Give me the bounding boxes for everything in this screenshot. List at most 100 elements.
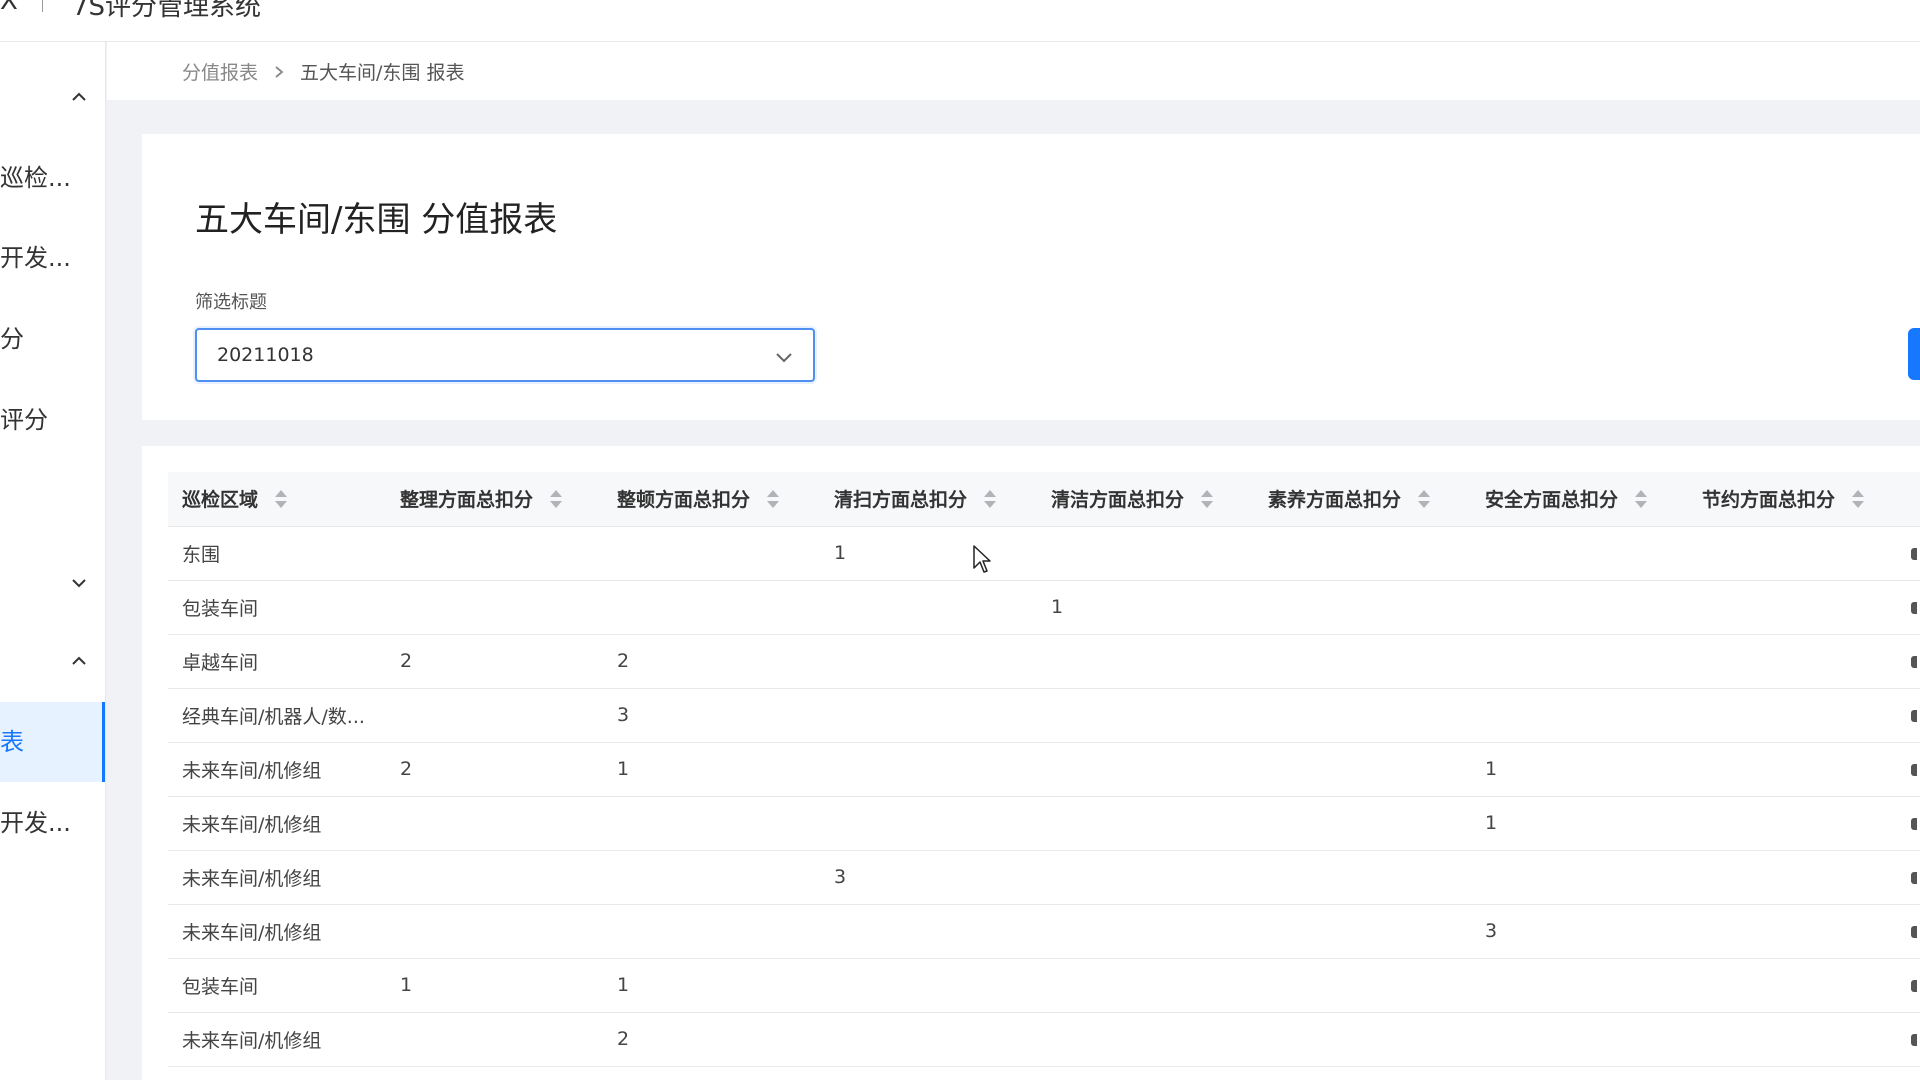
sort-icon[interactable]: [1200, 488, 1214, 510]
breadcrumb-parent-link[interactable]: 分值报表: [182, 58, 258, 85]
score-cell: [1254, 634, 1471, 689]
column-header-overflow: [1905, 472, 1920, 527]
score-cell: [603, 850, 820, 905]
top-header: X 7S评分管理系统: [0, 0, 1920, 42]
score-cell: [1688, 634, 1905, 689]
sort-icon[interactable]: [766, 488, 780, 510]
sort-icon[interactable]: [549, 488, 563, 510]
table-row[interactable]: 包装车间 1 1: [168, 958, 1920, 1013]
sort-icon[interactable]: [1634, 488, 1648, 510]
column-header[interactable]: 素养方面总扣分: [1254, 472, 1471, 527]
table-row[interactable]: 未来车间/机修组 2: [168, 1012, 1920, 1067]
area-cell: 未来车间/机修组: [168, 796, 386, 851]
area-cell: 未来车间/机修组: [168, 850, 386, 905]
sidebar-item-inspection[interactable]: 巡检...: [0, 138, 105, 218]
score-cell: [603, 796, 820, 851]
row-action-icon[interactable]: [1911, 979, 1917, 992]
row-action-icon[interactable]: [1911, 709, 1917, 722]
breadcrumb-current: 五大车间/东围 报表: [300, 62, 465, 84]
score-cell: [820, 958, 1037, 1013]
score-cell: [1037, 526, 1254, 581]
table-row[interactable]: 经典车间/机器人/数... 3: [168, 688, 1920, 743]
chevron-down-icon[interactable]: [70, 574, 88, 592]
sidebar-item-dev-2[interactable]: 开发...: [0, 783, 105, 863]
action-button[interactable]: [1908, 328, 1920, 380]
row-overflow-cell: [1905, 634, 1920, 689]
sort-icon[interactable]: [1417, 488, 1431, 510]
column-header[interactable]: 清扫方面总扣分: [820, 472, 1037, 527]
sidebar-item-score[interactable]: 分: [0, 299, 105, 379]
row-overflow-cell: [1905, 958, 1920, 1013]
row-action-icon[interactable]: [1911, 925, 1917, 938]
table-row[interactable]: 东围 1: [168, 526, 1920, 581]
score-cell: [1471, 634, 1688, 689]
sidebar-item-rating[interactable]: 评分: [0, 380, 105, 460]
chevron-up-icon[interactable]: [70, 88, 88, 106]
area-cell: 未来车间/机修组: [168, 742, 386, 797]
score-cell: [1471, 580, 1688, 635]
sidebar-item-dev-1[interactable]: 开发...: [0, 218, 105, 298]
score-cell: [1254, 958, 1471, 1013]
table-row[interactable]: 包装车间 1: [168, 580, 1920, 635]
row-action-icon[interactable]: [1911, 871, 1917, 884]
table-card: 巡检区域 整理方面总扣分 整顿方面总扣分 清扫方面总扣分 清洁方面总扣分 素养方…: [142, 446, 1920, 1080]
row-action-icon[interactable]: [1911, 547, 1917, 560]
table-row[interactable]: 未来车间/机修组 3: [168, 850, 1920, 905]
column-header[interactable]: 整理方面总扣分: [386, 472, 603, 527]
area-cell: 经典车间/机器人/数...: [168, 688, 386, 743]
sort-icon[interactable]: [983, 488, 997, 510]
sidebar-item-report[interactable]: 表: [0, 702, 105, 782]
column-header[interactable]: 节约方面总扣分: [1688, 472, 1905, 527]
column-header[interactable]: 整顿方面总扣分: [603, 472, 820, 527]
score-cell: [386, 796, 603, 851]
title-filter-select[interactable]: 20211018: [195, 328, 815, 382]
score-cell: [1471, 850, 1688, 905]
score-cell: [1037, 958, 1254, 1013]
table-row[interactable]: 未来车间/机修组 3: [168, 904, 1920, 959]
score-cell: [1037, 796, 1254, 851]
sidebar: 巡检... 开发... 分 评分 表 开发...: [0, 42, 106, 1080]
score-cell: [1254, 850, 1471, 905]
column-header[interactable]: 安全方面总扣分: [1471, 472, 1688, 527]
sort-icon[interactable]: [1851, 488, 1865, 510]
app-logo: X: [0, 0, 18, 16]
row-action-icon[interactable]: [1911, 655, 1917, 668]
score-cell: [1254, 796, 1471, 851]
page-title: 五大车间/东围 分值报表: [195, 200, 558, 240]
score-cell: [603, 580, 820, 635]
score-cell: 2: [386, 634, 603, 689]
score-cell: [1037, 904, 1254, 959]
table-row[interactable]: 未来车间/机修组 1: [168, 796, 1920, 851]
score-cell: [1037, 634, 1254, 689]
area-cell: 包装车间: [168, 580, 386, 635]
score-cell: 2: [603, 634, 820, 689]
score-cell: [1037, 1012, 1254, 1067]
score-cell: [1254, 526, 1471, 581]
table-row[interactable]: 卓越车间 2 2: [168, 634, 1920, 689]
score-cell: [1471, 526, 1688, 581]
score-cell: [1688, 526, 1905, 581]
select-value: 20211018: [217, 344, 314, 366]
row-overflow-cell: [1905, 580, 1920, 635]
column-header[interactable]: 巡检区域: [168, 472, 386, 527]
app-title: 7S评分管理系统: [72, 0, 262, 22]
row-action-icon[interactable]: [1911, 1033, 1917, 1046]
row-action-icon[interactable]: [1911, 763, 1917, 776]
table-row[interactable]: 未来车间/机修组 2 1 1: [168, 742, 1920, 797]
score-cell: [386, 688, 603, 743]
row-action-icon[interactable]: [1911, 817, 1917, 830]
row-overflow-cell: [1905, 688, 1920, 743]
table-header-row: 巡检区域 整理方面总扣分 整顿方面总扣分 清扫方面总扣分 清洁方面总扣分 素养方…: [168, 472, 1920, 527]
filter-card: 五大车间/东围 分值报表 筛选标题 20211018: [142, 134, 1920, 420]
row-action-icon[interactable]: [1911, 601, 1917, 614]
chevron-up-icon[interactable]: [70, 652, 88, 670]
column-header[interactable]: 清洁方面总扣分: [1037, 472, 1254, 527]
score-cell: [1688, 580, 1905, 635]
area-cell: 东围: [168, 526, 386, 581]
sort-icon[interactable]: [274, 488, 288, 510]
score-cell: [1471, 958, 1688, 1013]
score-cell: [1254, 742, 1471, 797]
chevron-right-icon: [275, 65, 284, 78]
score-cell: [1254, 1012, 1471, 1067]
row-overflow-cell: [1905, 796, 1920, 851]
